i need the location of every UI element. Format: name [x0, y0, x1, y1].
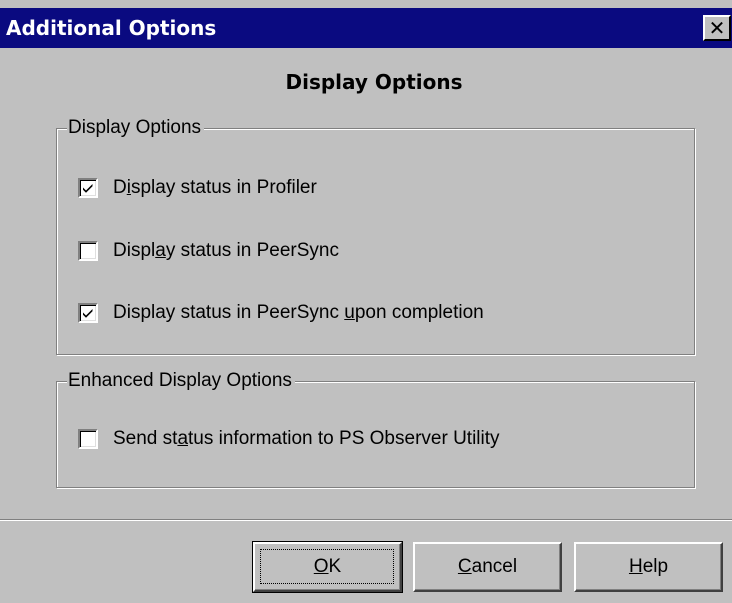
cancel-button-label: Cancel [457, 556, 518, 577]
ok-button[interactable]: OK [252, 541, 403, 593]
checkmark-icon [83, 309, 93, 318]
checkbox-peersync[interactable] [78, 241, 98, 261]
checkbox-peersync-completion[interactable] [78, 303, 98, 323]
cancel-button[interactable]: Cancel [413, 542, 562, 592]
group-title-enhanced-display-options: Enhanced Display Options [67, 369, 295, 393]
checkbox-label: Display status in Profiler [113, 177, 317, 198]
button-separator [0, 519, 732, 521]
checkbox-profiler[interactable] [78, 178, 98, 198]
checkbox-row-peersync-completion[interactable]: Display status in PeerSync upon completi… [78, 301, 484, 325]
additional-options-dialog: Additional Options ✕ Display Options Dis… [0, 0, 732, 603]
help-button-label: Help [628, 556, 669, 577]
checkbox-label: Display status in PeerSync [113, 240, 340, 261]
group-title-display-options: Display Options [67, 116, 205, 140]
checkbox-label: Display status in PeerSync upon completi… [113, 302, 484, 323]
ok-button-label: OK [313, 556, 342, 577]
checkbox-label: Send status information to PS Observer U… [113, 428, 500, 449]
window-title: Additional Options [6, 16, 217, 40]
checkbox-ps-observer[interactable] [78, 429, 98, 449]
page-heading: Display Options [285, 70, 463, 94]
close-icon: ✕ [708, 16, 726, 40]
title-bar[interactable]: Additional Options ✕ [0, 8, 732, 48]
checkbox-row-peersync[interactable]: Display status in PeerSync [78, 239, 339, 263]
close-button[interactable]: ✕ [703, 15, 731, 41]
checkmark-icon [83, 184, 93, 193]
help-button[interactable]: Help [574, 542, 723, 592]
checkbox-row-ps-observer[interactable]: Send status information to PS Observer U… [78, 427, 500, 451]
checkbox-row-profiler[interactable]: Display status in Profiler [78, 176, 317, 200]
